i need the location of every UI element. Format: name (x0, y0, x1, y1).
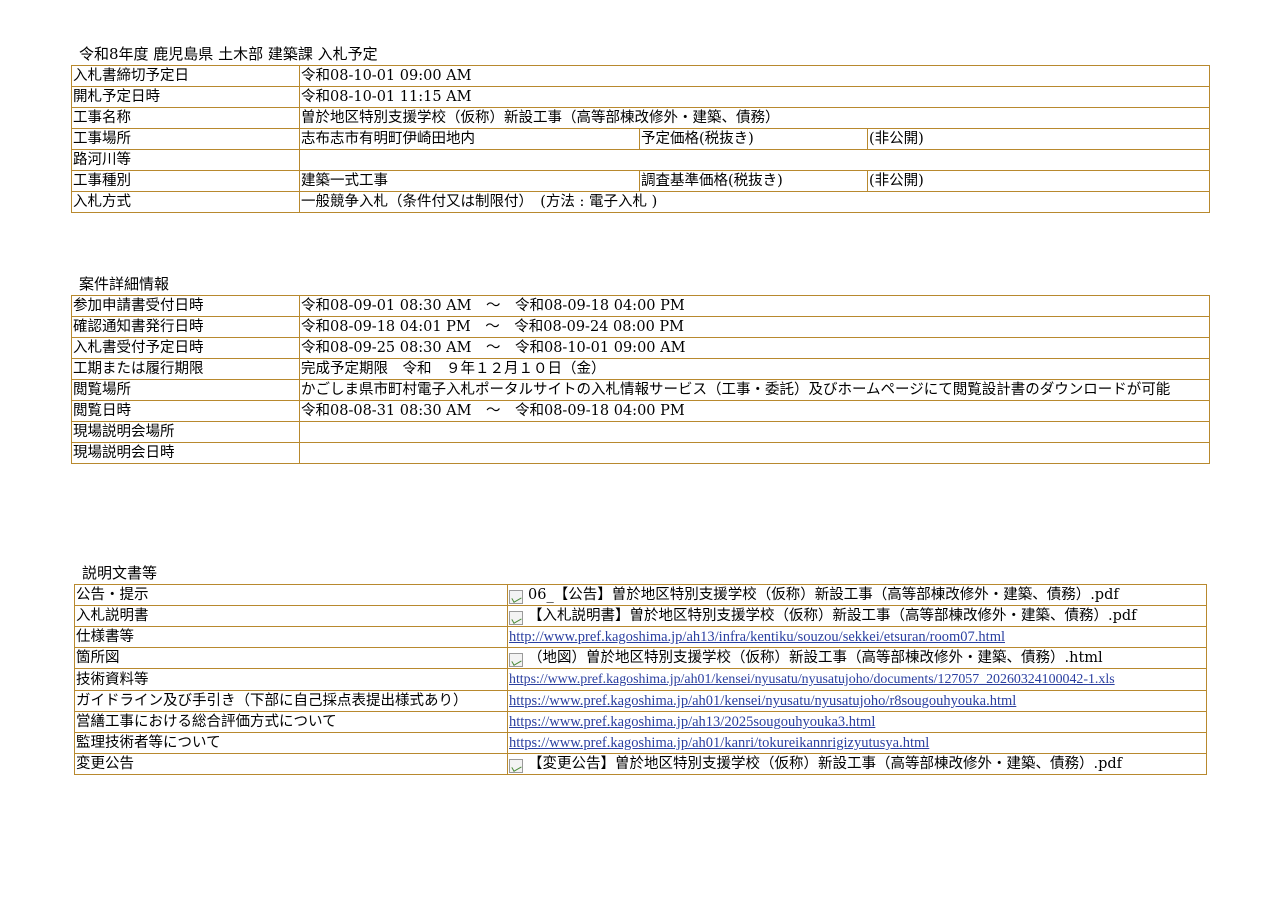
table-row: 工事名称 曽於地区特別支援学校（仮称）新設工事（高等部棟改修外・建築、債務） (71, 107, 1210, 129)
work-name-label: 工事名称 (71, 107, 300, 129)
work-location-label: 工事場所 (71, 128, 300, 150)
detail-value: 令和08-09-18 04:01 PM ～ 令和08-09-24 08:00 P… (299, 316, 1210, 338)
detail-label: 入札書受付予定日時 (71, 337, 300, 359)
doc-link[interactable]: https://www.pref.kagoshima.jp/ah01/kanri… (509, 735, 929, 751)
doc-file[interactable]: 06_【公告】曽於地区特別支援学校（仮称）新設工事（高等部棟改修外・建築、債務）… (507, 584, 1207, 606)
road-river-label: 路河川等 (71, 149, 300, 171)
table-row: 入札書締切予定日 令和08-10-01 09:00 AM (71, 65, 1210, 87)
opening-value: 令和08-10-01 11:15 AM (299, 86, 1210, 108)
doc-link-cell: http://www.pref.kagoshima.jp/ah13/infra/… (507, 626, 1207, 648)
table-row: ガイドライン及び手引き（下部に自己採点表提出様式あり） https://www.… (74, 690, 1207, 712)
doc-link-cell: https://www.pref.kagoshima.jp/ah01/kanri… (507, 732, 1207, 754)
table-row: 工事場所 志布志市有明町伊崎田地内 予定価格(税抜き) (非公開) (71, 128, 1210, 150)
doc-link[interactable]: https://www.pref.kagoshima.jp/ah13/2025s… (509, 714, 875, 730)
table-row: 仕様書等 http://www.pref.kagoshima.jp/ah13/i… (74, 626, 1207, 648)
table-row: 現場説明会日時 (71, 442, 1210, 464)
doc-file[interactable]: 【入札説明書】曽於地区特別支援学校（仮称）新設工事（高等部棟改修外・建築、債務）… (507, 605, 1207, 627)
doc-file-name[interactable]: （地図）曽於地区特別支援学校（仮称）新設工事（高等部棟改修外・建築、債務）.ht… (528, 649, 1103, 668)
detail-table: 参加申請書受付日時 令和08-09-01 08:30 AM ～ 令和08-09-… (71, 295, 1210, 464)
doc-label: 仕様書等 (74, 626, 508, 648)
table-row: 公告・提示 06_【公告】曽於地区特別支援学校（仮称）新設工事（高等部棟改修外・… (74, 584, 1207, 606)
detail-label: 現場説明会日時 (71, 442, 300, 464)
doc-label: 営繕工事における総合評価方式について (74, 711, 508, 733)
table-row: 路河川等 (71, 149, 1210, 171)
detail-value (299, 442, 1210, 464)
bid-method-value: 一般競争入札（条件付又は制限付） (方法 : 電子入札 ) (299, 191, 1210, 213)
table-row: 現場説明会場所 (71, 421, 1210, 443)
work-location-value: 志布志市有明町伊崎田地内 (299, 128, 640, 150)
detail-label: 閲覧日時 (71, 400, 300, 422)
opening-label: 開札予定日時 (71, 86, 300, 108)
table-row: 箇所図 （地図）曽於地区特別支援学校（仮称）新設工事（高等部棟改修外・建築、債務… (74, 647, 1207, 669)
table-row: 入札書受付予定日時 令和08-09-25 08:30 AM ～ 令和08-10-… (71, 337, 1210, 359)
detail-label: 閲覧場所 (71, 379, 300, 401)
bid-section-title: 令和8年度 鹿児島県 土木部 建築課 入札予定 (79, 45, 378, 63)
bid-method-label: 入札方式 (71, 191, 300, 213)
doc-label: 公告・提示 (74, 584, 508, 606)
doc-link[interactable]: http://www.pref.kagoshima.jp/ah13/infra/… (509, 629, 1005, 645)
table-row: 参加申請書受付日時 令和08-09-01 08:30 AM ～ 令和08-09-… (71, 295, 1210, 317)
detail-value: 令和08-09-25 08:30 AM ～ 令和08-10-01 09:00 A… (299, 337, 1210, 359)
broken-image-icon (509, 759, 523, 773)
doc-link[interactable]: https://www.pref.kagoshima.jp/ah01/kense… (509, 693, 1016, 709)
detail-section-title: 案件詳細情報 (79, 275, 170, 293)
table-row: 閲覧日時 令和08-08-31 08:30 AM ～ 令和08-09-18 04… (71, 400, 1210, 422)
deadline-value: 令和08-10-01 09:00 AM (299, 65, 1210, 87)
deadline-label: 入札書締切予定日 (71, 65, 300, 87)
detail-label: 参加申請書受付日時 (71, 295, 300, 317)
doc-label: 監理技術者等について (74, 732, 508, 754)
detail-value: 完成予定期限 令和 ９年１２月１０日（金） (299, 358, 1210, 380)
table-row: 技術資料等 https://www.pref.kagoshima.jp/ah01… (74, 668, 1207, 691)
work-type-label: 工事種別 (71, 170, 300, 192)
detail-value: 令和08-08-31 08:30 AM ～ 令和08-09-18 04:00 P… (299, 400, 1210, 422)
doc-link-cell: https://www.pref.kagoshima.jp/ah01/kense… (507, 668, 1207, 691)
doc-label: 変更公告 (74, 753, 508, 775)
survey-price-value: (非公開) (867, 170, 1210, 192)
doc-file-name[interactable]: 【入札説明書】曽於地区特別支援学校（仮称）新設工事（高等部棟改修外・建築、債務）… (528, 607, 1137, 626)
broken-image-icon (509, 590, 523, 604)
detail-label: 工期または履行期限 (71, 358, 300, 380)
docs-table: 公告・提示 06_【公告】曽於地区特別支援学校（仮称）新設工事（高等部棟改修外・… (74, 584, 1207, 775)
doc-file[interactable]: （地図）曽於地区特別支援学校（仮称）新設工事（高等部棟改修外・建築、債務）.ht… (507, 647, 1207, 669)
detail-label: 現場説明会場所 (71, 421, 300, 443)
doc-link-cell: https://www.pref.kagoshima.jp/ah01/kense… (507, 690, 1207, 712)
detail-value (299, 421, 1210, 443)
detail-label: 確認通知書発行日時 (71, 316, 300, 338)
estimated-price-label: 予定価格(税抜き) (639, 128, 868, 150)
doc-label: 箇所図 (74, 647, 508, 669)
bid-schedule-table: 入札書締切予定日 令和08-10-01 09:00 AM 開札予定日時 令和08… (71, 65, 1210, 213)
doc-file-name[interactable]: 【変更公告】曽於地区特別支援学校（仮称）新設工事（高等部棟改修外・建築、債務）.… (528, 755, 1122, 774)
doc-label: 入札説明書 (74, 605, 508, 627)
doc-link-cell: https://www.pref.kagoshima.jp/ah13/2025s… (507, 711, 1207, 733)
detail-value: 令和08-09-01 08:30 AM ～ 令和08-09-18 04:00 P… (299, 295, 1210, 317)
table-row: 営繕工事における総合評価方式について https://www.pref.kago… (74, 711, 1207, 733)
table-row: 開札予定日時 令和08-10-01 11:15 AM (71, 86, 1210, 108)
broken-image-icon (509, 653, 523, 667)
doc-link[interactable]: https://www.pref.kagoshima.jp/ah01/kense… (509, 672, 1115, 687)
doc-file[interactable]: 【変更公告】曽於地区特別支援学校（仮称）新設工事（高等部棟改修外・建築、債務）.… (507, 753, 1207, 775)
work-name-value: 曽於地区特別支援学校（仮称）新設工事（高等部棟改修外・建築、債務） (299, 107, 1210, 129)
doc-label: 技術資料等 (74, 668, 508, 691)
table-row: 変更公告 【変更公告】曽於地区特別支援学校（仮称）新設工事（高等部棟改修外・建築… (74, 753, 1207, 775)
docs-section-title: 説明文書等 (82, 564, 158, 582)
survey-price-label: 調査基準価格(税抜き) (639, 170, 868, 192)
table-row: 工期または履行期限 完成予定期限 令和 ９年１２月１０日（金） (71, 358, 1210, 380)
road-river-value (299, 149, 1210, 171)
broken-image-icon (509, 611, 523, 625)
table-row: 入札説明書 【入札説明書】曽於地区特別支援学校（仮称）新設工事（高等部棟改修外・… (74, 605, 1207, 627)
doc-file-name[interactable]: 06_【公告】曽於地区特別支援学校（仮称）新設工事（高等部棟改修外・建築、債務）… (528, 586, 1119, 605)
doc-label: ガイドライン及び手引き（下部に自己採点表提出様式あり） (74, 690, 508, 712)
table-row: 閲覧場所 かごしま県市町村電子入札ポータルサイトの入札情報サービス（工事・委託）… (71, 379, 1210, 401)
estimated-price-value: (非公開) (867, 128, 1210, 150)
detail-value: かごしま県市町村電子入札ポータルサイトの入札情報サービス（工事・委託）及びホーム… (299, 379, 1210, 401)
table-row: 監理技術者等について https://www.pref.kagoshima.jp… (74, 732, 1207, 754)
table-row: 確認通知書発行日時 令和08-09-18 04:01 PM ～ 令和08-09-… (71, 316, 1210, 338)
work-type-value: 建築一式工事 (299, 170, 640, 192)
table-row: 入札方式 一般競争入札（条件付又は制限付） (方法 : 電子入札 ) (71, 191, 1210, 213)
table-row: 工事種別 建築一式工事 調査基準価格(税抜き) (非公開) (71, 170, 1210, 192)
